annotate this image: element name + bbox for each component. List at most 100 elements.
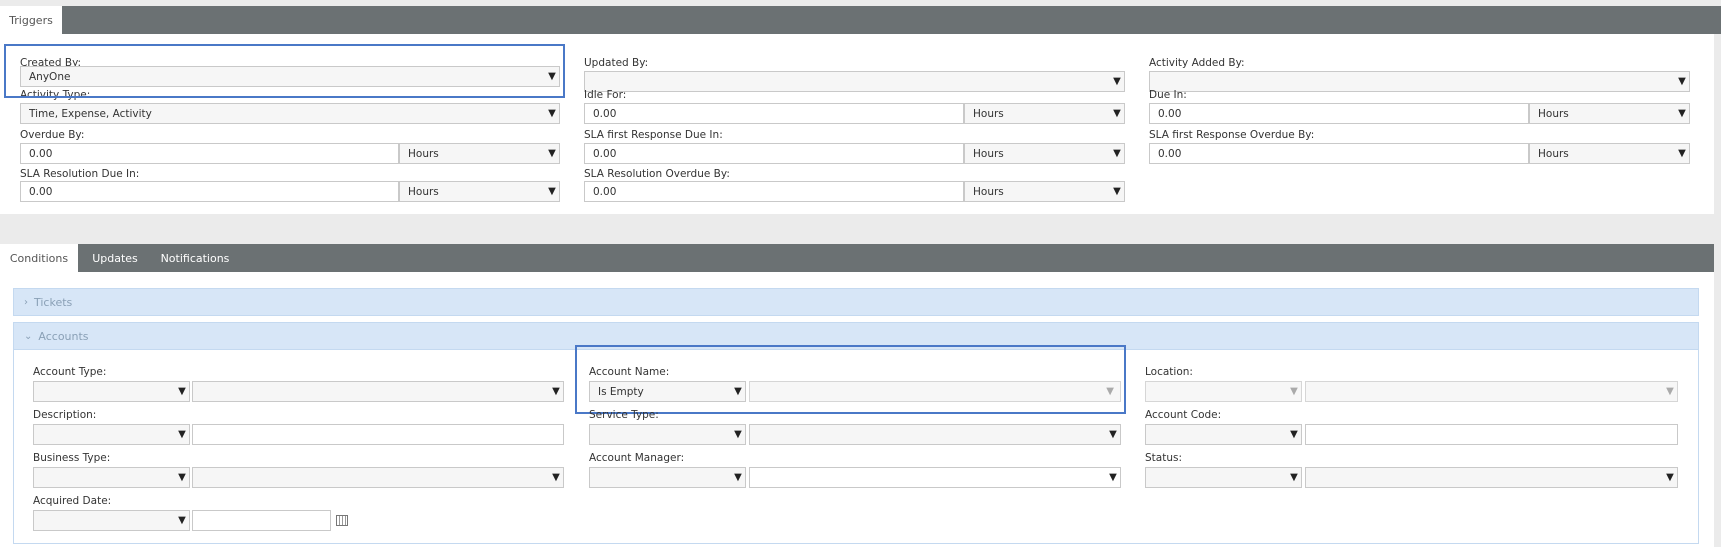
account-manager-label: Account Manager: <box>589 452 685 464</box>
caret-down-icon: ▼ <box>1113 186 1121 197</box>
updated-by-select[interactable]: ▼ <box>584 71 1125 92</box>
caret-down-icon: ▼ <box>178 386 186 397</box>
sla-first-response-overdue-by-label: SLA first Response Overdue By: <box>1149 129 1315 141</box>
description-operator-select[interactable]: ▼ <box>33 424 190 445</box>
service-type-label: Service Type: <box>589 409 659 421</box>
conditions-tab-bar <box>0 244 1714 272</box>
sla-resolution-due-in-label: SLA Resolution Due In: <box>20 168 140 180</box>
idle-for-unit-select[interactable]: Hours ▼ <box>964 103 1125 124</box>
service-type-operator-select[interactable]: ▼ <box>589 424 746 445</box>
acquired-date-operator-select[interactable]: ▼ <box>33 510 190 531</box>
unit-value: Hours <box>408 185 439 198</box>
tab-notifications[interactable]: Notifications <box>155 244 235 272</box>
unit-value: Hours <box>973 185 1004 198</box>
sla-first-response-due-in-label: SLA first Response Due In: <box>584 129 723 141</box>
caret-down-icon: ▼ <box>548 186 556 197</box>
caret-down-icon: ▼ <box>734 472 742 483</box>
location-label: Location: <box>1145 366 1193 378</box>
caret-down-icon: ▼ <box>1113 76 1121 87</box>
caret-down-icon: ▼ <box>178 515 186 526</box>
location-value-select[interactable]: ▼ <box>1305 381 1678 402</box>
status-operator-select[interactable]: ▼ <box>1145 467 1302 488</box>
account-name-highlight <box>575 345 1126 414</box>
caret-down-icon: ▼ <box>1666 386 1674 397</box>
tab-updates[interactable]: Updates <box>84 244 146 272</box>
caret-down-icon: ▼ <box>1113 108 1121 119</box>
caret-down-icon: ▼ <box>1109 429 1117 440</box>
sla-first-response-overdue-by-input[interactable]: 0.00 <box>1149 143 1529 164</box>
business-type-value-select[interactable]: ▼ <box>192 467 564 488</box>
caret-down-icon: ▼ <box>552 472 560 483</box>
description-value-input[interactable] <box>192 424 564 445</box>
activity-type-value: Time, Expense, Activity <box>29 107 152 120</box>
sla-resolution-due-in-unit-select[interactable]: Hours ▼ <box>399 181 560 202</box>
caret-down-icon: ▼ <box>1678 148 1686 159</box>
updated-by-label: Updated By: <box>584 57 649 69</box>
service-type-value-select[interactable]: ▼ <box>749 424 1121 445</box>
caret-down-icon: ▼ <box>1290 429 1298 440</box>
unit-value: Hours <box>973 107 1004 120</box>
business-type-label: Business Type: <box>33 452 111 464</box>
status-label: Status: <box>1145 452 1182 464</box>
caret-down-icon: ▼ <box>1678 76 1686 87</box>
status-value-select[interactable]: ▼ <box>1305 467 1678 488</box>
due-in-label: Due In: <box>1149 89 1187 101</box>
due-in-input[interactable]: 0.00 <box>1149 103 1529 124</box>
tab-triggers[interactable]: Triggers <box>0 6 62 34</box>
calendar-icon[interactable] <box>336 515 348 526</box>
caret-down-icon: ▼ <box>734 429 742 440</box>
caret-down-icon: ▼ <box>178 429 186 440</box>
caret-down-icon: ▼ <box>178 472 186 483</box>
tickets-section-header[interactable]: › Tickets <box>13 288 1699 316</box>
unit-value: Hours <box>1538 147 1569 160</box>
overdue-by-input[interactable]: 0.00 <box>20 143 399 164</box>
unit-value: Hours <box>973 147 1004 160</box>
acquired-date-input[interactable] <box>192 510 331 531</box>
tab-conditions[interactable]: Conditions <box>0 244 78 272</box>
created-by-highlight <box>4 44 565 98</box>
sla-resolution-overdue-by-label: SLA Resolution Overdue By: <box>584 168 730 180</box>
tickets-section-title: Tickets <box>34 295 73 309</box>
sla-first-response-due-in-input[interactable]: 0.00 <box>584 143 964 164</box>
description-label: Description: <box>33 409 97 421</box>
acquired-date-label: Acquired Date: <box>33 495 112 507</box>
activity-added-by-label: Activity Added By: <box>1149 57 1245 69</box>
caret-down-icon: ▼ <box>1290 386 1298 397</box>
activity-type-select[interactable]: Time, Expense, Activity ▼ <box>20 103 560 124</box>
due-in-unit-select[interactable]: Hours ▼ <box>1529 103 1690 124</box>
caret-down-icon: ▼ <box>1678 108 1686 119</box>
sla-first-response-overdue-by-unit-select[interactable]: Hours ▼ <box>1529 143 1690 164</box>
caret-down-icon: ▼ <box>548 148 556 159</box>
sla-first-response-due-in-unit-select[interactable]: Hours ▼ <box>964 143 1125 164</box>
caret-down-icon: ▼ <box>1666 472 1674 483</box>
caret-down-icon: ▼ <box>1290 472 1298 483</box>
account-code-value-input[interactable] <box>1305 424 1678 445</box>
sla-resolution-due-in-input[interactable]: 0.00 <box>20 181 399 202</box>
location-operator-select[interactable]: ▼ <box>1145 381 1302 402</box>
chevron-down-icon: ⌄ <box>24 330 33 342</box>
unit-value: Hours <box>1538 107 1569 120</box>
account-code-label: Account Code: <box>1145 409 1222 421</box>
overdue-by-label: Overdue By: <box>20 129 85 141</box>
account-type-operator-select[interactable]: ▼ <box>33 381 190 402</box>
caret-down-icon: ▼ <box>1109 472 1117 483</box>
idle-for-input[interactable]: 0.00 <box>584 103 964 124</box>
account-manager-operator-select[interactable]: ▼ <box>589 467 746 488</box>
caret-down-icon: ▼ <box>548 108 556 119</box>
account-type-label: Account Type: <box>33 366 107 378</box>
sla-resolution-overdue-by-input[interactable]: 0.00 <box>584 181 964 202</box>
idle-for-label: Idle For: <box>584 89 627 101</box>
overdue-by-unit-select[interactable]: Hours ▼ <box>399 143 560 164</box>
account-type-value-select[interactable]: ▼ <box>192 381 564 402</box>
unit-value: Hours <box>408 147 439 160</box>
sla-resolution-overdue-by-unit-select[interactable]: Hours ▼ <box>964 181 1125 202</box>
account-code-operator-select[interactable]: ▼ <box>1145 424 1302 445</box>
trigger-tab-bar <box>0 6 1721 34</box>
caret-down-icon: ▼ <box>1113 148 1121 159</box>
chevron-right-icon: › <box>24 296 28 308</box>
account-manager-value-select[interactable]: ▼ <box>749 467 1121 488</box>
business-type-operator-select[interactable]: ▼ <box>33 467 190 488</box>
activity-added-by-select[interactable]: ▼ <box>1149 71 1690 92</box>
accounts-section-title: Accounts <box>38 329 89 343</box>
caret-down-icon: ▼ <box>552 386 560 397</box>
